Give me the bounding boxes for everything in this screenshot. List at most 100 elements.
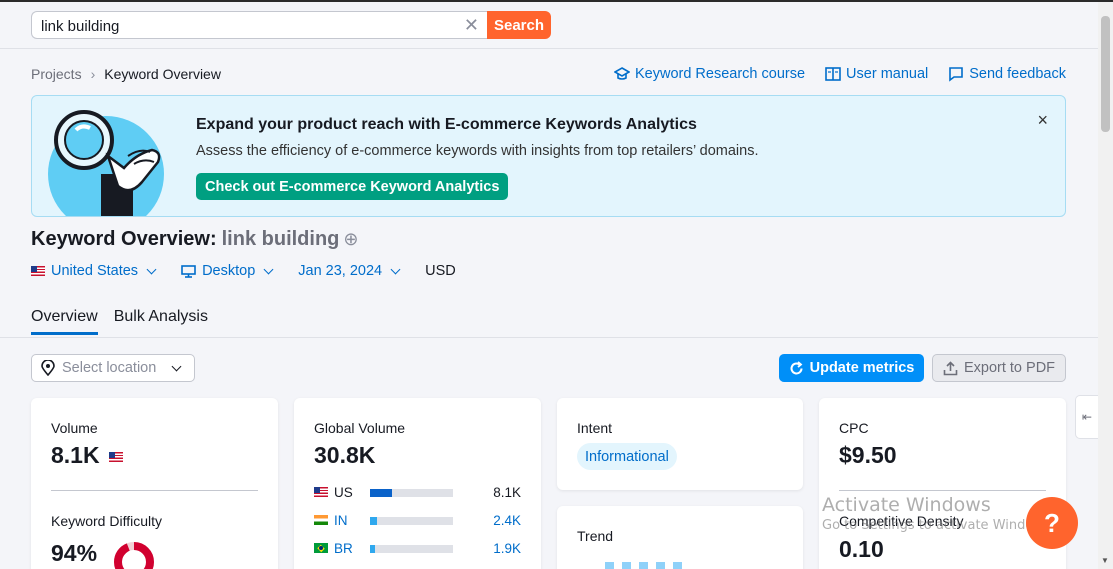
location-select-placeholder: Select location bbox=[62, 360, 157, 376]
side-panel-toggle[interactable]: ⇤ bbox=[1075, 395, 1098, 439]
filters-bar: United States Desktop Jan 23, 2024 USD bbox=[31, 263, 456, 279]
country-code: US bbox=[334, 484, 353, 500]
add-circle-icon[interactable]: ⊕ bbox=[343, 229, 358, 250]
collapse-icon: ⇤ bbox=[1081, 410, 1093, 424]
device-filter[interactable]: Desktop bbox=[181, 263, 274, 279]
ecommerce-cta-button[interactable]: Check out E-commerce Keyword Analytics bbox=[196, 173, 509, 200]
cpc-card: CPC $9.50 Competitive Density 0.10 bbox=[819, 398, 1066, 569]
kd-label: Keyword Difficulty bbox=[51, 513, 163, 529]
global-volume-label: Global Volume bbox=[314, 420, 406, 436]
scrollbar-thumb[interactable] bbox=[1101, 16, 1110, 132]
kd-value: 94% bbox=[51, 540, 98, 566]
intent-card: Intent Informational bbox=[557, 398, 803, 490]
intent-label: Intent bbox=[577, 420, 613, 436]
share-bar bbox=[370, 545, 453, 553]
location-select[interactable]: Select location bbox=[31, 354, 195, 382]
course-link-label: Keyword Research course bbox=[634, 66, 806, 82]
tabs: Overview Bulk Analysis bbox=[31, 308, 208, 335]
country-row-us: US 8.1K bbox=[314, 484, 521, 500]
country-filter[interactable]: United States bbox=[31, 263, 157, 279]
volume-label: Volume bbox=[51, 420, 98, 436]
india-flag-icon bbox=[314, 515, 328, 525]
page-title-keyword: link building bbox=[221, 228, 340, 250]
breadcrumb: Projects › Keyword Overview bbox=[31, 66, 221, 82]
search-field: ✕ bbox=[31, 11, 487, 39]
page-title-label: Keyword Overview: bbox=[31, 228, 217, 250]
device-filter-label: Desktop bbox=[202, 263, 256, 279]
country-volume: 8.1K bbox=[493, 484, 521, 500]
trend-bar bbox=[656, 562, 665, 569]
card-divider bbox=[839, 490, 1046, 491]
density-value: 0.10 bbox=[839, 536, 884, 562]
trend-label: Trend bbox=[577, 528, 614, 544]
book-icon bbox=[825, 67, 841, 81]
trend-bars bbox=[605, 562, 682, 569]
country-row-in[interactable]: IN 2.4K bbox=[314, 512, 521, 528]
country-code: BR bbox=[334, 540, 353, 556]
kd-ring-chart bbox=[114, 542, 154, 569]
brazil-flag-icon bbox=[314, 543, 328, 553]
search-bar: ✕ Search bbox=[0, 2, 1098, 49]
volume-card: Volume 8.1K Keyword Difficulty 94% bbox=[31, 398, 278, 569]
breadcrumb-projects[interactable]: Projects bbox=[31, 66, 82, 82]
tab-bulk-analysis[interactable]: Bulk Analysis bbox=[114, 308, 208, 335]
message-icon bbox=[949, 67, 964, 82]
update-metrics-button[interactable]: Update metrics bbox=[779, 354, 924, 382]
intent-badge[interactable]: Informational bbox=[577, 443, 677, 470]
promo-banner: Expand your product reach with E-commerc… bbox=[31, 95, 1066, 217]
export-pdf-button[interactable]: Export to PDF bbox=[932, 354, 1066, 382]
manual-link-label: User manual bbox=[846, 66, 929, 82]
top-links: Keyword Research course User manual Send… bbox=[613, 66, 1066, 82]
course-link[interactable]: Keyword Research course bbox=[613, 66, 806, 82]
scroll-down-icon[interactable]: ▼ bbox=[1101, 556, 1109, 565]
country-code: IN bbox=[334, 512, 348, 528]
global-volume-card: Global Volume 30.8K US 8.1K IN 2.4K BR 1… bbox=[294, 398, 541, 569]
search-input[interactable] bbox=[41, 16, 461, 36]
chevron-down-icon bbox=[171, 361, 182, 371]
manual-link[interactable]: User manual bbox=[825, 66, 928, 82]
volume-number: 8.1K bbox=[51, 442, 100, 468]
desktop-icon bbox=[181, 264, 196, 278]
banner-text: Assess the efficiency of e-commerce keyw… bbox=[196, 143, 759, 159]
country-volume: 2.4K bbox=[493, 512, 521, 528]
export-pdf-label: Export to PDF bbox=[963, 360, 1056, 376]
search-button[interactable]: Search bbox=[487, 11, 551, 39]
date-filter[interactable]: Jan 23, 2024 bbox=[298, 263, 401, 279]
trend-card: Trend bbox=[557, 506, 803, 569]
tab-overview[interactable]: Overview bbox=[31, 308, 98, 335]
scrollbar[interactable]: ▼ bbox=[1098, 2, 1113, 569]
page-title: Keyword Overview: link building ⊕ bbox=[31, 228, 358, 251]
cpc-label: CPC bbox=[839, 420, 869, 436]
activate-windows-watermark: Activate Windows bbox=[822, 494, 991, 516]
volume-value: 8.1K bbox=[51, 442, 123, 469]
country-row-br[interactable]: BR 1.9K bbox=[314, 540, 521, 556]
help-button[interactable]: ? bbox=[1026, 497, 1078, 549]
close-icon[interactable]: × bbox=[1037, 110, 1048, 131]
share-bar bbox=[370, 517, 453, 525]
clear-icon[interactable]: ✕ bbox=[464, 15, 479, 36]
tabs-divider bbox=[0, 337, 1098, 338]
chevron-down-icon bbox=[146, 264, 157, 274]
trend-bar bbox=[639, 562, 648, 569]
share-bar bbox=[370, 489, 453, 497]
date-filter-label: Jan 23, 2024 bbox=[298, 263, 383, 279]
banner-title: Expand your product reach with E-commerc… bbox=[196, 116, 697, 133]
magnifier-hand-illustration bbox=[48, 110, 164, 216]
upload-icon bbox=[943, 360, 958, 375]
us-flag-icon bbox=[314, 487, 328, 497]
graduation-cap-icon bbox=[613, 67, 630, 80]
currency-label: USD bbox=[425, 263, 456, 279]
country-volume: 1.9K bbox=[493, 540, 521, 556]
us-flag-icon bbox=[108, 451, 123, 462]
update-metrics-label: Update metrics bbox=[809, 360, 915, 376]
breadcrumb-current: Keyword Overview bbox=[104, 66, 221, 82]
trend-bar bbox=[605, 562, 614, 569]
activate-windows-subtext: Go to Settings to activate Windows. bbox=[822, 518, 1055, 533]
feedback-link[interactable]: Send feedback bbox=[948, 66, 1066, 82]
card-divider bbox=[51, 490, 258, 491]
chevron-right-icon: › bbox=[90, 66, 96, 82]
refresh-icon bbox=[790, 360, 803, 374]
feedback-link-label: Send feedback bbox=[969, 66, 1066, 82]
us-flag-icon bbox=[31, 266, 45, 276]
country-filter-label: United States bbox=[51, 263, 139, 279]
